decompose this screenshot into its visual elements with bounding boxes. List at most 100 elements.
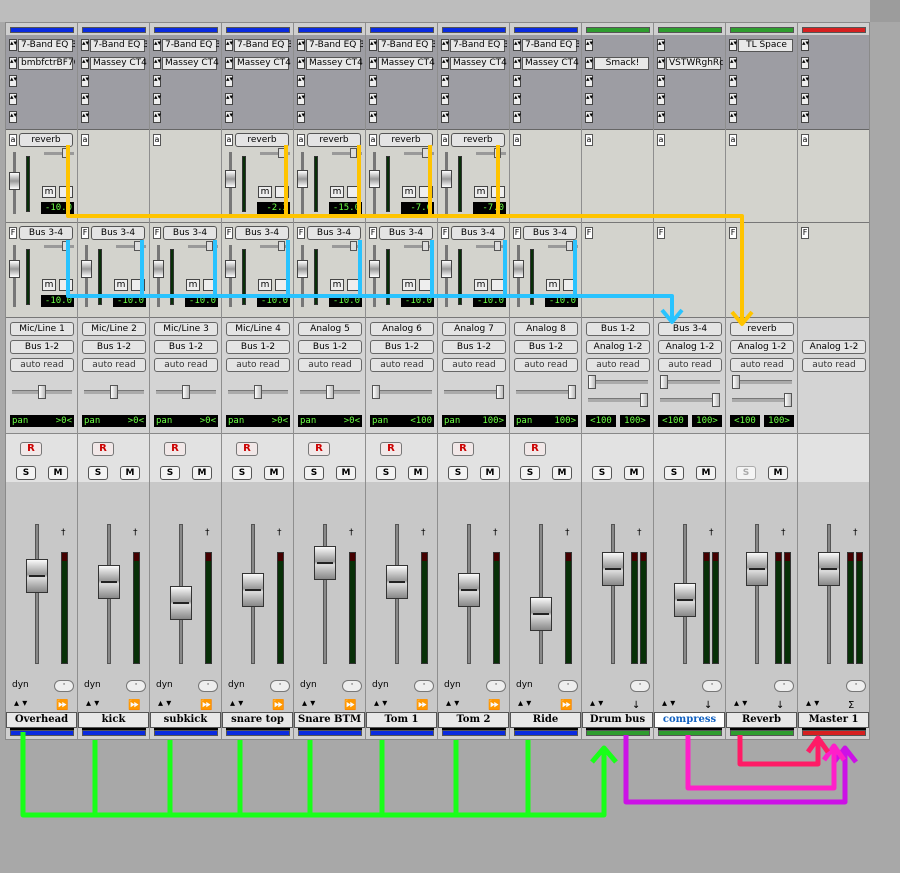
send-f-prepost-button[interactable] xyxy=(563,279,577,291)
volume-fader[interactable] xyxy=(98,524,120,664)
insert-slot[interactable]: ▴▾ xyxy=(441,111,507,125)
options-button[interactable]: · xyxy=(342,680,362,692)
send-f-level-slider[interactable] xyxy=(225,245,236,307)
send-a-level-knob[interactable] xyxy=(369,170,380,189)
insert-slot[interactable]: ▴▾ xyxy=(657,75,723,89)
send-a-prepost-button[interactable] xyxy=(347,186,361,198)
insert-arrow-icon[interactable]: ▴▾ xyxy=(657,111,665,123)
send-f-prepost-button[interactable] xyxy=(347,279,361,291)
insert-slot[interactable]: ▴▾ xyxy=(369,75,435,89)
insert-slot[interactable]: ▴▾ xyxy=(297,111,363,125)
solo-button[interactable]: S xyxy=(160,466,180,480)
voice-arrows-icon[interactable]: ▴ ▾ xyxy=(518,699,531,709)
send-slot-a[interactable]: a xyxy=(729,134,737,146)
insert-slot[interactable]: ▴▾ Smack! xyxy=(585,57,651,71)
voice-arrows-icon[interactable]: ▴ ▾ xyxy=(590,699,603,709)
insert-arrow-icon[interactable]: ▴▾ xyxy=(81,39,89,51)
insert-slot[interactable]: ▴▾ xyxy=(801,75,867,89)
insert-slot[interactable]: ▴▾ xyxy=(441,93,507,107)
pan-slider[interactable] xyxy=(444,385,504,399)
send-f-level-knob[interactable] xyxy=(9,260,20,279)
insert-slot[interactable]: ▴▾ 7-Band EQ 3 xyxy=(81,39,147,53)
insert-arrow-icon[interactable]: ▴▾ xyxy=(513,93,521,105)
mute-button[interactable]: M xyxy=(120,466,140,480)
send-a-pan-knob[interactable] xyxy=(62,148,69,158)
solo-button[interactable]: S xyxy=(736,466,756,480)
input-selector[interactable]: Mic/Line 3 xyxy=(154,322,218,336)
send-slot-a[interactable]: a xyxy=(369,134,377,146)
input-selector[interactable]: Analog 7 xyxy=(442,322,506,336)
volume-fader[interactable] xyxy=(458,524,480,664)
send-slot-a[interactable]: a xyxy=(441,134,449,146)
pan-left-knob[interactable] xyxy=(588,375,596,389)
insert-slot[interactable]: ▴▾ Massey CT4 xyxy=(297,57,363,71)
send-f-name[interactable]: Bus 3-4 xyxy=(19,226,73,240)
pan-knob[interactable] xyxy=(110,385,118,399)
insert-arrow-icon[interactable]: ▴▾ xyxy=(9,75,17,87)
insert-slot[interactable]: ▴▾ xyxy=(81,111,147,125)
voice-arrows-icon[interactable]: ▴ ▾ xyxy=(374,699,387,709)
send-f-name[interactable]: Bus 3-4 xyxy=(91,226,145,240)
insert-arrow-icon[interactable]: ▴▾ xyxy=(441,39,449,51)
insert-arrow-icon[interactable]: ▴▾ xyxy=(81,111,89,123)
send-a-pan-knob[interactable] xyxy=(350,148,357,158)
automation-mode-selector[interactable]: auto read xyxy=(730,358,794,372)
insert-slot[interactable]: ▴▾ xyxy=(801,93,867,107)
send-f-level-knob[interactable] xyxy=(441,260,452,279)
automation-mode-selector[interactable]: auto read xyxy=(10,358,74,372)
send-a-name[interactable]: reverb xyxy=(379,133,433,147)
send-a-name[interactable]: reverb xyxy=(451,133,505,147)
send-slot-a[interactable]: a xyxy=(9,134,17,146)
insert-plugin-name[interactable]: bmbfctrBF76 xyxy=(18,57,75,70)
track-forward-icon[interactable]: ⏩ xyxy=(344,700,356,711)
record-button[interactable]: R xyxy=(524,442,546,456)
send-slot-f[interactable]: F xyxy=(513,227,521,239)
input-selector[interactable]: Analog 8 xyxy=(514,322,578,336)
send-f-pan-knob[interactable] xyxy=(566,241,573,251)
send-f-pan-slider[interactable] xyxy=(548,241,578,251)
insert-slot[interactable]: ▴▾ TL Space xyxy=(729,39,795,53)
send-slot-f[interactable]: F xyxy=(801,227,809,239)
voice-arrows-icon[interactable]: ▴ ▾ xyxy=(302,699,315,709)
input-selector[interactable]: Analog 6 xyxy=(370,322,434,336)
send-f-name[interactable]: Bus 3-4 xyxy=(307,226,361,240)
insert-arrow-icon[interactable]: ▴▾ xyxy=(297,111,305,123)
pan-slider[interactable] xyxy=(372,385,432,399)
insert-slot[interactable]: ▴▾ xyxy=(153,111,219,125)
send-f-level-slider[interactable] xyxy=(9,245,20,307)
insert-plugin-name[interactable]: 7-Band EQ 3 xyxy=(306,39,363,52)
record-button[interactable]: R xyxy=(452,442,474,456)
solo-button[interactable]: S xyxy=(304,466,324,480)
automation-mode-selector[interactable]: auto read xyxy=(586,358,650,372)
send-f-pan-knob[interactable] xyxy=(422,241,429,251)
mute-button[interactable]: M xyxy=(696,466,716,480)
send-slot-f[interactable]: F xyxy=(153,227,161,239)
insert-slot[interactable]: ▴▾ Massey CT4 xyxy=(369,57,435,71)
send-f-level-knob[interactable] xyxy=(369,260,380,279)
volume-fader[interactable] xyxy=(818,524,840,664)
options-button[interactable]: · xyxy=(774,680,794,692)
record-button[interactable]: R xyxy=(92,442,114,456)
output-selector[interactable]: Bus 1-2 xyxy=(154,340,218,354)
insert-slot[interactable]: ▴▾ VSTWRghRd xyxy=(657,57,723,71)
insert-plugin-name[interactable]: TL Space xyxy=(738,39,793,52)
insert-arrow-icon[interactable]: ▴▾ xyxy=(369,75,377,87)
insert-arrow-icon[interactable]: ▴▾ xyxy=(225,57,233,69)
voice-arrows-icon[interactable]: ▴ ▾ xyxy=(86,699,99,709)
insert-arrow-icon[interactable]: ▴▾ xyxy=(225,75,233,87)
options-button[interactable]: · xyxy=(198,680,218,692)
insert-slot[interactable]: ▴▾ xyxy=(9,111,75,125)
send-f-pan-slider[interactable] xyxy=(188,241,218,251)
volume-fader[interactable] xyxy=(602,524,624,664)
insert-arrow-icon[interactable]: ▴▾ xyxy=(441,57,449,69)
pan-slider[interactable] xyxy=(300,385,360,399)
insert-plugin-name[interactable]: VSTWRghRd xyxy=(666,57,723,70)
insert-arrow-icon[interactable]: ▴▾ xyxy=(81,75,89,87)
insert-arrow-icon[interactable]: ▴▾ xyxy=(729,39,737,51)
insert-arrow-icon[interactable]: ▴▾ xyxy=(9,39,17,51)
insert-arrow-icon[interactable]: ▴▾ xyxy=(9,93,17,105)
send-f-prepost-button[interactable] xyxy=(275,279,289,291)
send-slot-a[interactable]: a xyxy=(81,134,89,146)
track-name-kick[interactable]: kick xyxy=(78,712,149,728)
insert-plugin-name[interactable]: 7-Band EQ 3 xyxy=(234,39,291,52)
